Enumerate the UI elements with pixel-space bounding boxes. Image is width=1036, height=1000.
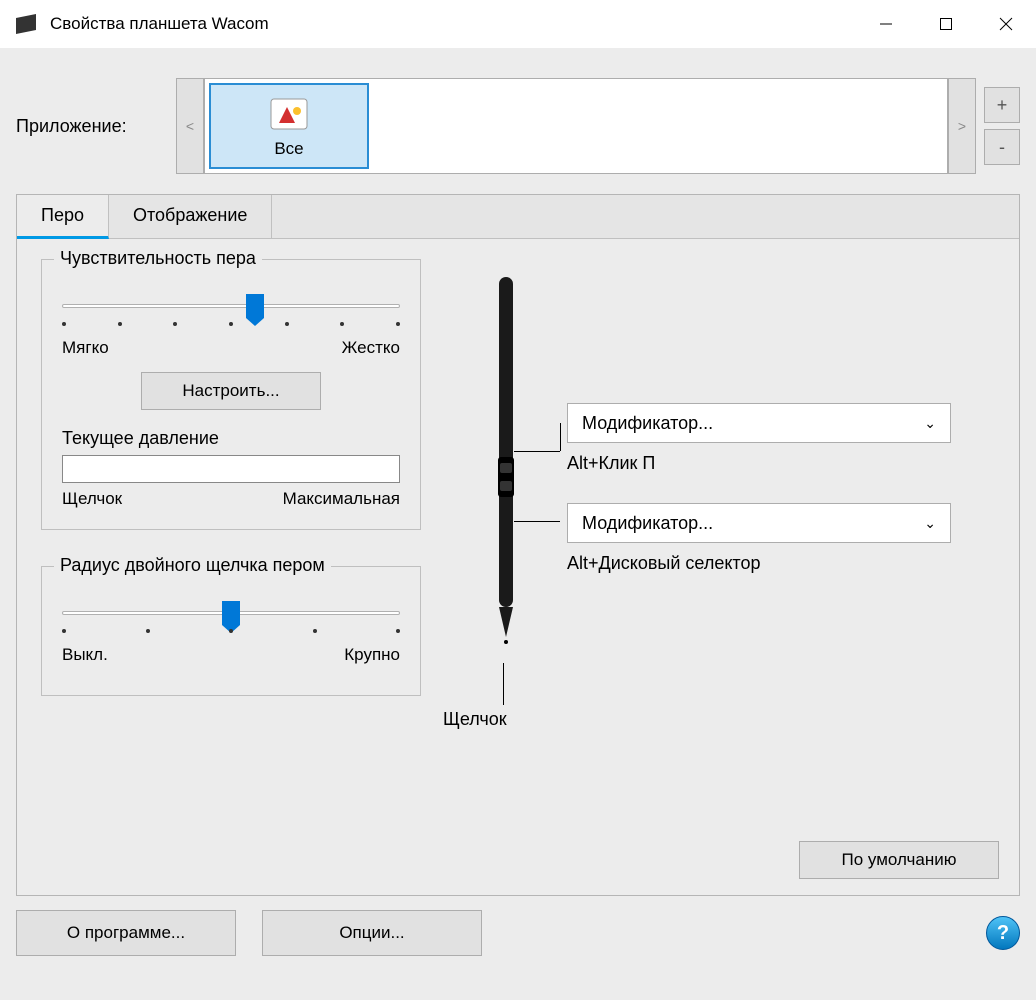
maximize-button[interactable] xyxy=(916,0,976,48)
tip-feel-soft-label: Мягко xyxy=(62,338,109,358)
content-area: Приложение: < Все > + - Перо Отображение xyxy=(0,48,1036,1000)
window-title: Свойства планшета Wacom xyxy=(50,14,856,34)
application-strip: < Все > xyxy=(176,78,976,174)
pen-diagram: Щелчок Модификатор... ⌄ Alt+Клик П Модиф… xyxy=(441,259,995,859)
dblclick-slider[interactable]: Выкл. Крупно xyxy=(62,603,400,665)
app-scroll-next[interactable]: > xyxy=(948,78,976,174)
current-pressure-label: Текущее давление xyxy=(62,428,400,449)
tip-feel-thumb[interactable] xyxy=(246,294,264,318)
pen-btn2-connector xyxy=(514,521,560,522)
pen-tip-label: Щелчок xyxy=(443,709,507,730)
footer-buttons: О программе... Опции... ? xyxy=(16,910,1020,956)
dblclick-group: Радиус двойного щелчка пером Выкл. Крупн… xyxy=(41,566,421,696)
main-panel: Перо Отображение Чувствительность пера xyxy=(16,194,1020,896)
pen-tip-connector xyxy=(503,663,504,705)
customize-button[interactable]: Настроить... xyxy=(141,372,321,410)
pressure-max-label: Максимальная xyxy=(283,489,400,509)
chevron-down-icon: ⌄ xyxy=(924,415,936,432)
application-row: Приложение: < Все > + - xyxy=(16,78,1020,174)
app-add-remove: + - xyxy=(984,87,1020,165)
pen-button2-select[interactable]: Модификатор... ⌄ xyxy=(567,503,951,543)
dblclick-off-label: Выкл. xyxy=(62,645,108,665)
close-button[interactable] xyxy=(976,0,1036,48)
dblclick-large-label: Крупно xyxy=(344,645,400,665)
options-button[interactable]: Опции... xyxy=(262,910,482,956)
pen-button2-select-label: Модификатор... xyxy=(582,513,713,534)
default-button[interactable]: По умолчанию xyxy=(799,841,999,879)
chevron-down-icon: ⌄ xyxy=(924,515,936,532)
about-button[interactable]: О программе... xyxy=(16,910,236,956)
tip-feel-group: Чувствительность пера Мягко Жестко xyxy=(41,259,421,530)
tab-content-pen: Чувствительность пера Мягко Жестко xyxy=(17,239,1019,879)
titlebar: Свойства планшета Wacom xyxy=(0,0,1036,48)
app-icon xyxy=(14,12,38,36)
pen-btn1-connector xyxy=(514,451,560,452)
pen-button1-select[interactable]: Модификатор... ⌄ xyxy=(567,403,951,443)
tip-feel-firm-label: Жестко xyxy=(342,338,400,358)
window-controls xyxy=(856,0,1036,48)
minimize-button[interactable] xyxy=(856,0,916,48)
app-scroll-prev[interactable]: < xyxy=(176,78,204,174)
dblclick-thumb[interactable] xyxy=(222,601,240,625)
left-column: Чувствительность пера Мягко Жестко xyxy=(41,259,421,859)
tab-mapping[interactable]: Отображение xyxy=(109,195,272,238)
dblclick-title: Радиус двойного щелчка пером xyxy=(54,555,331,576)
pen-image xyxy=(491,277,521,657)
tip-feel-title: Чувствительность пера xyxy=(54,248,262,269)
tab-pen[interactable]: Перо xyxy=(17,195,109,239)
pressure-click-label: Щелчок xyxy=(62,489,122,509)
app-add-button[interactable]: + xyxy=(984,87,1020,123)
tab-strip: Перо Отображение xyxy=(17,195,1019,239)
pen-button1-select-label: Модификатор... xyxy=(582,413,713,434)
app-remove-button[interactable]: - xyxy=(984,129,1020,165)
app-all-icon xyxy=(267,93,311,137)
pen-button2-value: Alt+Дисковый селектор xyxy=(567,553,760,574)
help-button[interactable]: ? xyxy=(986,916,1020,950)
pen-button1-value: Alt+Клик П xyxy=(567,453,655,474)
application-label: Приложение: xyxy=(16,116,176,137)
tip-feel-slider[interactable]: Мягко Жестко xyxy=(62,296,400,358)
current-pressure-bar xyxy=(62,455,400,483)
app-tile-label: Все xyxy=(274,139,303,159)
app-tile-all[interactable]: Все xyxy=(209,83,369,169)
app-tile-container: Все xyxy=(204,78,948,174)
